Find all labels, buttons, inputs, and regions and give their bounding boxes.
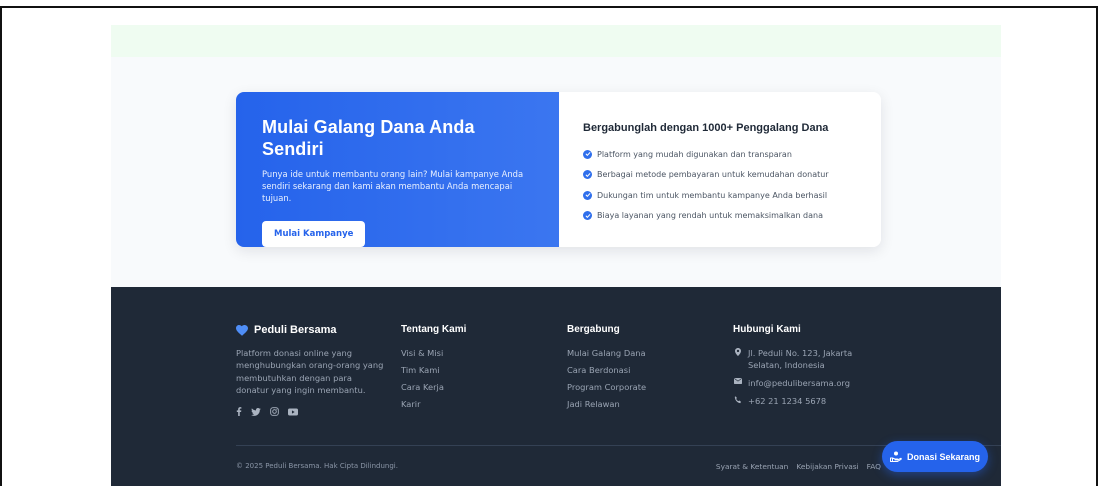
brand-description: Platform donasi online yang menghubungka… (236, 348, 384, 395)
footer-about-column: Tentang Kami Visi & Misi Tim Kami Cara K… (401, 324, 466, 415)
faq-link[interactable]: FAQ (867, 462, 881, 471)
cta-right-panel: Bergabunglah dengan 1000+ Penggalang Dan… (559, 92, 881, 247)
address-text: Jl. Peduli No. 123, Jakarta Selatan, Ind… (748, 348, 853, 370)
cta-left-panel: Mulai Galang Dana Anda Sendiri Punya ide… (236, 92, 559, 247)
footer-link[interactable]: Visi & Misi (401, 347, 466, 364)
footer-join-column: Bergabung Mulai Galang Dana Cara Berdona… (567, 324, 646, 415)
benefit-item: Berbagai metode pembayaran untuk kemudah… (583, 165, 857, 186)
site-footer: Peduli Bersama Platform donasi online ya… (111, 287, 1001, 486)
contact-title: Hubungi Kami (733, 324, 801, 335)
legal-links: Syarat & Ketentuan Kebijakan Privasi FAQ (716, 462, 881, 471)
cta-description: Punya ide untuk membantu orang lain? Mul… (262, 169, 524, 204)
top-section-band (111, 25, 1001, 57)
envelope-icon (733, 377, 743, 384)
cta-right-title: Bergabunglah dengan 1000+ Penggalang Dan… (583, 122, 829, 134)
benefit-item: Platform yang mudah digunakan dan transp… (583, 144, 857, 165)
privacy-link[interactable]: Kebijakan Privasi (796, 462, 858, 471)
instagram-icon[interactable] (270, 407, 279, 416)
contact-list: Jl. Peduli No. 123, Jakarta Selatan, Ind… (733, 347, 860, 407)
donate-label: Donasi Sekarang (906, 451, 981, 462)
about-links: Visi & Misi Tim Kami Cara Kerja Karir (401, 347, 466, 415)
footer-contact-column: Hubungi Kami Jl. Peduli No. 123, Jakarta… (733, 324, 860, 413)
footer-brand-column: Peduli Bersama Platform donasi online ya… (236, 324, 386, 417)
benefit-list: Platform yang mudah digunakan dan transp… (583, 144, 857, 226)
check-circle-icon (583, 170, 592, 180)
join-title: Bergabung (567, 324, 620, 335)
benefit-item: Dukungan tim untuk membantu kampanye And… (583, 185, 857, 206)
page-content: Mulai Galang Dana Anda Sendiri Punya ide… (111, 25, 1001, 486)
email-text: info@pedulibersama.org (748, 378, 850, 388)
check-circle-icon (583, 149, 592, 159)
footer-link[interactable]: Tim Kami (401, 364, 466, 381)
about-title: Tentang Kami (401, 324, 467, 335)
benefit-text: Platform yang mudah digunakan dan transp… (597, 149, 792, 159)
hand-heart-icon (889, 451, 902, 462)
browser-viewport: Mulai Galang Dana Anda Sendiri Punya ide… (0, 6, 1098, 486)
copyright-text: © 2025 Peduli Bersama. Hak Cipta Dilindu… (236, 462, 398, 470)
contact-phone[interactable]: +62 21 1234 5678 (733, 395, 860, 407)
footer-link[interactable]: Karir (401, 398, 466, 415)
footer-link[interactable]: Jadi Relawan (567, 398, 646, 415)
benefit-item: Biaya layanan yang rendah untuk memaksim… (583, 206, 857, 227)
contact-address: Jl. Peduli No. 123, Jakarta Selatan, Ind… (733, 347, 860, 371)
footer-brand[interactable]: Peduli Bersama (236, 324, 386, 336)
benefit-text: Berbagai metode pembayaran untuk kemudah… (597, 170, 829, 180)
footer-link[interactable]: Cara Berdonasi (567, 364, 646, 381)
brand-name: Peduli Bersama (254, 324, 337, 336)
contact-email[interactable]: info@pedulibersama.org (733, 377, 860, 389)
check-circle-icon (583, 190, 592, 200)
phone-icon (733, 395, 743, 404)
join-links: Mulai Galang Dana Cara Berdonasi Program… (567, 347, 646, 415)
fundraise-cta-card: Mulai Galang Dana Anda Sendiri Punya ide… (236, 92, 881, 247)
footer-link[interactable]: Cara Kerja (401, 381, 466, 398)
donate-now-button[interactable]: Donasi Sekarang (882, 441, 988, 472)
benefit-text: Dukungan tim untuk membantu kampanye And… (597, 190, 828, 200)
start-campaign-button[interactable]: Mulai Kampanye (262, 220, 366, 247)
social-links (236, 407, 386, 417)
map-pin-icon (733, 347, 743, 356)
terms-link[interactable]: Syarat & Ketentuan (716, 462, 788, 471)
footer-link[interactable]: Mulai Galang Dana (567, 347, 646, 364)
facebook-icon[interactable] (236, 407, 242, 417)
check-circle-icon (583, 211, 592, 221)
phone-text: +62 21 1234 5678 (748, 396, 827, 406)
youtube-icon[interactable] (288, 408, 298, 416)
heart-icon (236, 324, 248, 336)
twitter-icon[interactable] (251, 407, 261, 416)
footer-link[interactable]: Program Corporate (567, 381, 646, 398)
benefit-text: Biaya layanan yang rendah untuk memaksim… (597, 211, 824, 221)
cta-title: Mulai Galang Dana Anda Sendiri (262, 117, 475, 159)
